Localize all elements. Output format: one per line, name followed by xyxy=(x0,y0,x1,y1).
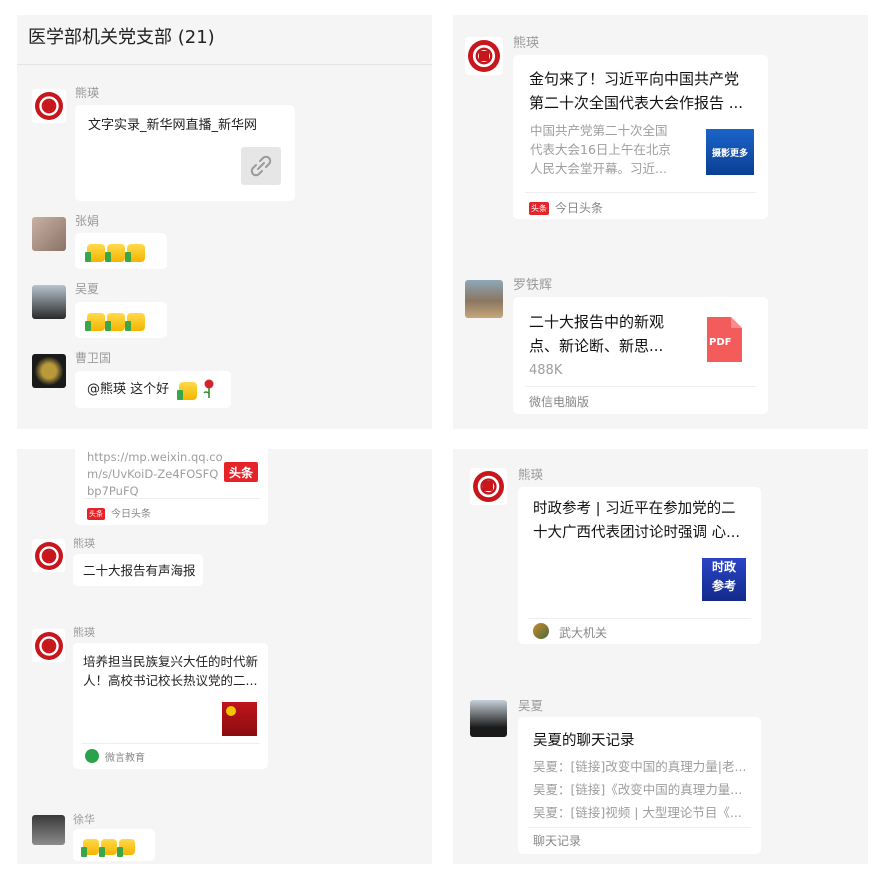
source-label: 头条 今日头条 xyxy=(529,201,604,215)
avatar[interactable] xyxy=(32,539,65,572)
source-label: 微言教育 xyxy=(105,753,145,764)
article-title: 金句来了！习近平向中国共产党 第二十次全国代表大会作报告 ... xyxy=(529,70,744,112)
chat-history-card[interactable]: 吴夏的聊天记录 吴夏：[链接]改变中国的真理力量|老... 吴夏：[链接]《改变中… xyxy=(518,717,761,854)
link-title: 文字实录_新华网直播_新华网 xyxy=(88,118,258,133)
sender-name: 曹卫国 xyxy=(75,351,112,365)
article-desc: 中国共产党第二十次全国 代表大会16日上午在北京 人民大会堂开幕。习近... xyxy=(530,123,671,176)
card-divider xyxy=(525,192,756,193)
toutiao-icon: 头条 xyxy=(529,202,549,215)
card-divider xyxy=(525,386,756,387)
file-size: 488K xyxy=(529,363,563,378)
sender-name: 张娟 xyxy=(75,214,100,228)
message-bubble[interactable]: 二十大报告有声海报 xyxy=(73,554,203,586)
avatar[interactable] xyxy=(32,285,66,319)
message-bubble[interactable] xyxy=(73,829,155,861)
source-label: 微信电脑版 xyxy=(529,395,590,409)
avatar[interactable] xyxy=(465,280,503,318)
sender-name: 罗铁辉 xyxy=(513,278,553,293)
avatar[interactable] xyxy=(32,629,65,662)
sender-name: 吴夏 xyxy=(518,698,544,713)
chat-panel-group: https://mp.weixin.qq.co m/s/UvKoiD-Ze4FOS… xyxy=(17,449,432,864)
article-thumbnail: 摄影更多 xyxy=(706,129,754,175)
article-url: https://mp.weixin.qq.co m/s/UvKoiD-Ze4FOS… xyxy=(87,450,223,498)
chat-history-title: 吴夏的聊天记录 xyxy=(533,733,635,749)
link-message-bubble[interactable]: 文字实录_新华网直播_新华网 xyxy=(75,105,295,201)
thumbs-up-icon xyxy=(99,838,117,857)
article-card[interactable]: https://mp.weixin.qq.co m/s/UvKoiD-Ze4FOS… xyxy=(75,449,268,525)
avatar[interactable] xyxy=(465,37,503,75)
chat-panel-group: 医学部机关党支部 (21) 熊瑛 文字实录_新华网直播_新华网 张娟 吴夏 曹卫… xyxy=(17,15,432,429)
file-title: 二十大报告中的新观 点、新论断、新思... xyxy=(529,313,665,355)
article-thumbnail xyxy=(222,702,257,736)
source-logo-icon xyxy=(533,623,549,639)
thumbs-up-icon xyxy=(117,838,135,857)
article-title: 时政参考 | 习近平在参加党的二 十大广西代表团讨论时强调 心... xyxy=(533,501,740,541)
article-card[interactable]: 金句来了！习近平向中国共产党 第二十次全国代表大会作报告 ... 中国共产党第二十… xyxy=(513,55,768,219)
thumbs-up-icon xyxy=(105,312,125,331)
avatar[interactable] xyxy=(470,700,507,737)
sender-name: 熊瑛 xyxy=(75,86,100,100)
card-divider xyxy=(81,743,260,744)
sender-name: 吴夏 xyxy=(75,282,100,296)
link-icon xyxy=(241,147,281,185)
message-bubble[interactable] xyxy=(75,302,167,338)
thumbs-up-icon xyxy=(177,381,197,400)
chat-history-preview: 吴夏：[链接]改变中国的真理力量|老... 吴夏：[链接]《改变中国的真理力量..… xyxy=(533,759,747,820)
card-divider xyxy=(528,618,751,619)
thumbs-up-icon xyxy=(85,243,105,262)
chat-panel-group: 熊瑛 金句来了！习近平向中国共产党 第二十次全国代表大会作报告 ... 中国共产党… xyxy=(453,15,868,429)
thumbs-up-icon xyxy=(125,312,145,331)
avatar[interactable] xyxy=(32,89,66,123)
sender-name: 徐华 xyxy=(73,813,95,826)
thumbs-up-icon xyxy=(81,838,99,857)
message-text: @熊瑛 这个好 xyxy=(87,382,170,397)
file-card[interactable]: 二十大报告中的新观 点、新论断、新思... 488K PDF 微信电脑版 xyxy=(513,297,768,414)
card-divider xyxy=(83,498,260,499)
avatar[interactable] xyxy=(32,815,65,845)
message-bubble[interactable]: @熊瑛 这个好 xyxy=(75,371,231,408)
message-text: 二十大报告有声海报 xyxy=(83,563,196,578)
source-label: 头条 今日头条 xyxy=(87,508,151,520)
sender-name: 熊瑛 xyxy=(513,36,540,51)
source-label: 聊天记录 xyxy=(533,834,582,848)
card-divider xyxy=(528,827,751,828)
chat-title: 医学部机关党支部 (21) xyxy=(28,27,215,48)
header-divider xyxy=(17,64,432,65)
article-card[interactable]: 时政参考 | 习近平在参加党的二 十大广西代表团讨论时强调 心... 时政 参考 武… xyxy=(518,487,761,644)
avatar[interactable] xyxy=(470,468,507,505)
rose-icon xyxy=(203,379,215,399)
toutiao-logo: 头条 xyxy=(224,462,258,482)
article-thumbnail: 时政 参考 xyxy=(702,558,746,601)
thumbs-up-icon xyxy=(125,243,145,262)
chat-panel-group: 熊瑛 时政参考 | 习近平在参加党的二 十大广西代表团讨论时强调 心... 时政参… xyxy=(453,449,868,864)
pdf-icon: PDF xyxy=(705,317,742,362)
message-bubble[interactable] xyxy=(75,233,167,269)
avatar[interactable] xyxy=(32,217,66,251)
sender-name: 熊瑛 xyxy=(518,467,544,482)
toutiao-icon: 头条 xyxy=(87,508,105,520)
article-card[interactable]: 培养担当民族复兴大任的时代新 人！高校书记校长热议党的二... 微言教育 xyxy=(73,643,268,769)
article-title: 培养担当民族复兴大任的时代新 人！高校书记校长热议党的二... xyxy=(83,654,259,688)
source-logo-icon xyxy=(85,749,99,763)
sender-name: 熊瑛 xyxy=(73,626,95,639)
avatar[interactable] xyxy=(32,354,66,388)
thumbs-up-icon xyxy=(85,312,105,331)
thumbs-up-icon xyxy=(105,243,125,262)
source-label: 武大机关 xyxy=(559,626,608,640)
sender-name: 熊瑛 xyxy=(73,537,95,550)
